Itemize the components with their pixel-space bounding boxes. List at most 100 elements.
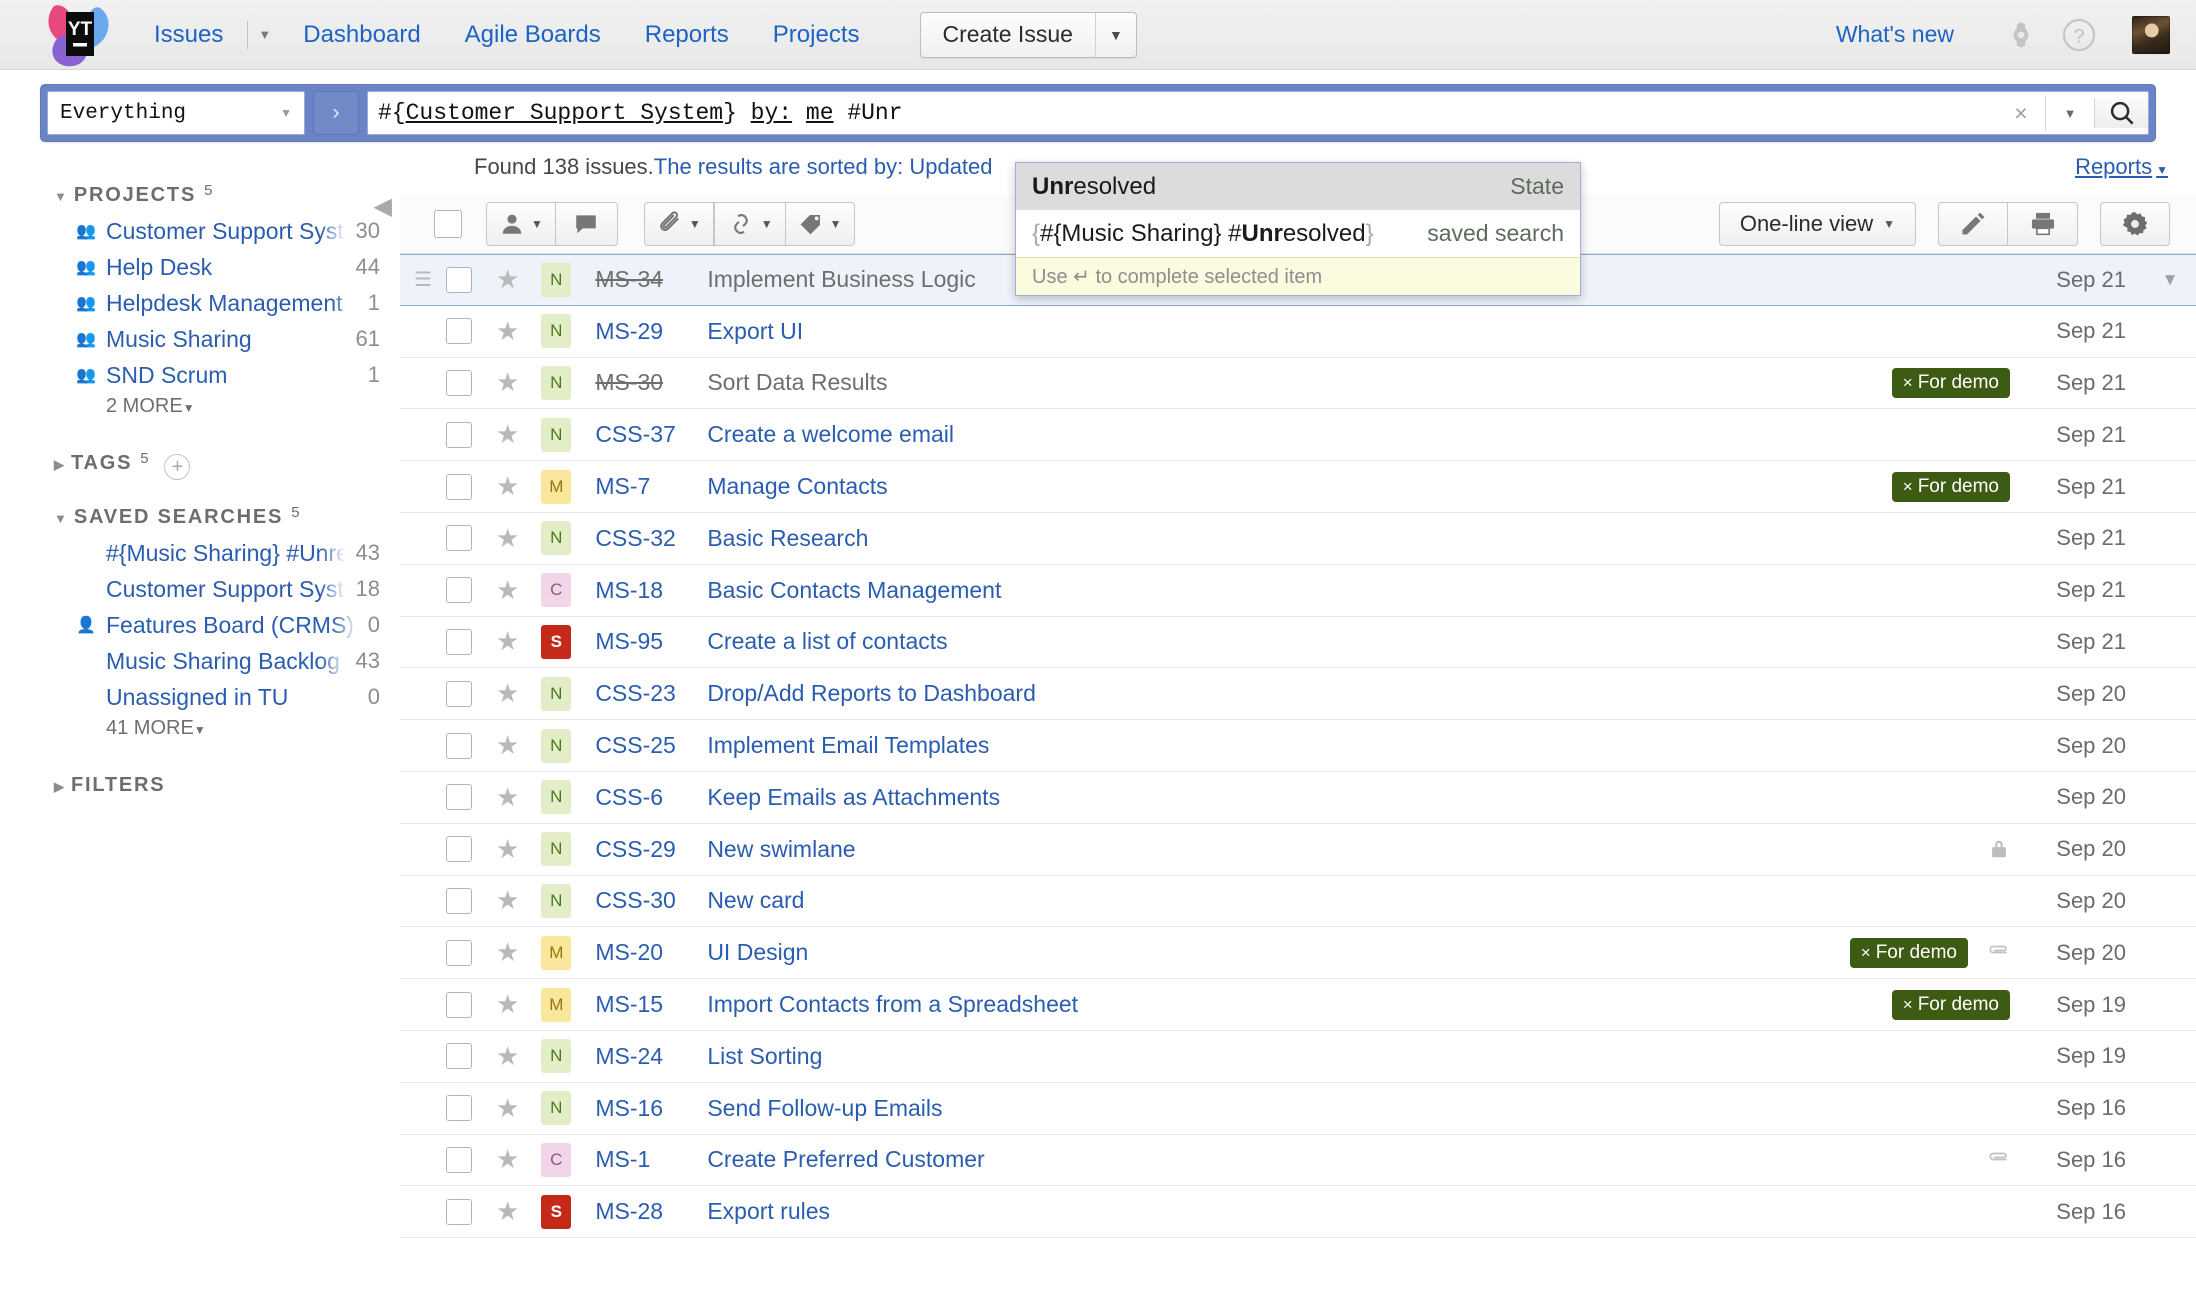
issue-id[interactable]: CSS-32 xyxy=(595,525,707,552)
status-badge[interactable]: ×For demo xyxy=(1892,368,2010,398)
issue-id[interactable]: MS-16 xyxy=(595,1095,707,1122)
comment-button[interactable] xyxy=(556,202,618,246)
row-checkbox[interactable] xyxy=(446,422,472,448)
nav-item-dashboard[interactable]: Dashboard xyxy=(281,21,442,49)
row-checkbox[interactable] xyxy=(446,525,472,551)
table-row[interactable]: ☰ ★ C MS-18 Basic Contacts Management Se… xyxy=(400,565,2196,617)
print-button[interactable] xyxy=(2008,202,2078,246)
issue-id[interactable]: CSS-37 xyxy=(595,421,707,448)
star-icon[interactable]: ★ xyxy=(496,1093,519,1124)
row-checkbox[interactable] xyxy=(446,1199,472,1225)
table-row[interactable]: ☰ ★ N MS-24 List Sorting Sep 19 ▼ xyxy=(400,1031,2196,1083)
sidebar-item-customer-support-system-search[interactable]: Customer Support System 18 xyxy=(0,571,400,607)
row-checkbox[interactable] xyxy=(446,940,472,966)
autocomplete-item-saved-search[interactable]: {#{Music Sharing} #Unresolved} saved sea… xyxy=(1016,210,1580,257)
row-checkbox[interactable] xyxy=(446,577,472,603)
table-row[interactable]: ☰ ★ N CSS-6 Keep Emails as Attachments S… xyxy=(400,772,2196,824)
sidebar-item-music-sharing[interactable]: 👥 Music Sharing 61 xyxy=(0,321,400,357)
star-icon[interactable]: ★ xyxy=(496,575,519,606)
chevron-down-icon[interactable]: ▼ xyxy=(2144,270,2196,290)
row-checkbox[interactable] xyxy=(446,370,472,396)
row-checkbox[interactable] xyxy=(446,1043,472,1069)
issue-id[interactable]: MS-24 xyxy=(595,1043,707,1070)
assignee-button[interactable]: ▼ xyxy=(486,202,556,246)
projects-show-more[interactable]: 2 MORE▼ xyxy=(0,395,400,418)
star-icon[interactable]: ★ xyxy=(496,782,519,813)
row-checkbox[interactable] xyxy=(446,1095,472,1121)
issue-id[interactable]: MS-28 xyxy=(595,1198,707,1225)
issue-id[interactable]: MS-29 xyxy=(595,318,707,345)
star-icon[interactable]: ★ xyxy=(496,1196,519,1227)
add-tag-icon[interactable]: + xyxy=(164,454,190,480)
table-row[interactable]: ☰ ★ N CSS-23 Drop/Add Reports to Dashboa… xyxy=(400,668,2196,720)
issues-dropdown-caret[interactable]: ▼ xyxy=(250,27,281,42)
nav-item-reports[interactable]: Reports xyxy=(623,21,751,49)
row-checkbox[interactable] xyxy=(446,784,472,810)
issue-id[interactable]: CSS-25 xyxy=(595,732,707,759)
table-row[interactable]: ☰ ★ N MS-29 Export UI Sep 21 ▼ xyxy=(400,306,2196,358)
issue-id[interactable]: CSS-29 xyxy=(595,836,707,863)
row-checkbox[interactable] xyxy=(446,318,472,344)
issue-summary[interactable]: Export rules xyxy=(707,1198,830,1225)
search-input[interactable]: #{Customer Support System} by: me #Unr xyxy=(368,100,1997,126)
issue-summary[interactable]: UI Design xyxy=(707,939,808,966)
star-icon[interactable]: ★ xyxy=(496,471,519,502)
issue-id[interactable]: MS-20 xyxy=(595,939,707,966)
issue-summary[interactable]: Basic Contacts Management xyxy=(707,577,1001,604)
issue-summary[interactable]: Export UI xyxy=(707,318,803,345)
issue-id[interactable]: MS-95 xyxy=(595,628,707,655)
nav-item-agile-boards[interactable]: Agile Boards xyxy=(443,21,623,49)
table-row[interactable]: ☰ ★ N CSS-30 New card Sep 20 ▼ xyxy=(400,876,2196,928)
create-issue-dropdown-caret[interactable]: ▼ xyxy=(1096,27,1136,43)
table-row[interactable]: ☰ ★ S MS-28 Export rules Sep 16 ▼ xyxy=(400,1186,2196,1238)
status-badge[interactable]: ×For demo xyxy=(1850,938,1968,968)
table-row[interactable]: ☰ ★ N MS-30 Sort Data Results ×For demo … xyxy=(400,358,2196,410)
drag-handle-icon[interactable]: ☰ xyxy=(414,270,436,290)
row-checkbox[interactable] xyxy=(446,992,472,1018)
table-row[interactable]: ☰ ★ N CSS-29 New swimlane Sep 20 ▼ xyxy=(400,824,2196,876)
star-icon[interactable]: ★ xyxy=(496,626,519,657)
status-badge[interactable]: ×For demo xyxy=(1892,472,2010,502)
issue-id[interactable]: MS-18 xyxy=(595,577,707,604)
issue-id[interactable]: CSS-30 xyxy=(595,887,707,914)
sidebar-item-help-desk[interactable]: 👥 Help Desk 44 xyxy=(0,249,400,285)
settings-button[interactable] xyxy=(2100,202,2170,246)
avatar[interactable] xyxy=(2132,16,2170,54)
edit-button[interactable] xyxy=(1938,202,2008,246)
sidebar-item-music-sharing-backlog[interactable]: Music Sharing Backlog 43 xyxy=(0,643,400,679)
issue-summary[interactable]: New swimlane xyxy=(707,836,855,863)
link-button[interactable]: ▼ xyxy=(714,202,786,246)
issue-summary[interactable]: Implement Email Templates xyxy=(707,732,989,759)
issue-summary[interactable]: Import Contacts from a Spreadsheet xyxy=(707,991,1078,1018)
table-row[interactable]: ☰ ★ N CSS-37 Create a welcome email Sep … xyxy=(400,409,2196,461)
row-checkbox[interactable] xyxy=(446,888,472,914)
issue-summary[interactable]: Manage Contacts xyxy=(707,473,887,500)
whats-new-link[interactable]: What's new xyxy=(1836,21,1954,48)
table-row[interactable]: ☰ ★ M MS-15 Import Contacts from a Sprea… xyxy=(400,979,2196,1031)
issue-summary[interactable]: Keep Emails as Attachments xyxy=(707,784,1000,811)
table-row[interactable]: ☰ ★ N CSS-32 Basic Research Sep 21 ▼ xyxy=(400,513,2196,565)
autocomplete-item-unresolved[interactable]: Unresolved State xyxy=(1016,163,1580,210)
issue-summary[interactable]: Create a welcome email xyxy=(707,421,954,448)
youtrack-logo[interactable]: YT xyxy=(42,0,122,70)
table-row[interactable]: ☰ ★ C MS-1 Create Preferred Customer Sep… xyxy=(400,1135,2196,1187)
star-icon[interactable]: ★ xyxy=(496,316,519,347)
issue-id[interactable]: MS-1 xyxy=(595,1146,707,1173)
filters-section-header[interactable]: ▶ FILTERS xyxy=(0,774,400,797)
issue-id[interactable]: MS-30 xyxy=(595,369,707,396)
search-go-button[interactable]: › xyxy=(313,91,359,135)
star-icon[interactable]: ★ xyxy=(496,834,519,865)
row-checkbox[interactable] xyxy=(446,629,472,655)
create-issue-button[interactable]: Create Issue ▼ xyxy=(920,12,1137,58)
clear-search-icon[interactable]: × xyxy=(1997,100,2045,127)
table-row[interactable]: ☰ ★ M MS-7 Manage Contacts ×For demo Sep… xyxy=(400,461,2196,513)
sidebar-item-music-sharing-unresolved[interactable]: #{Music Sharing} #Unresolved 43 xyxy=(0,535,400,571)
issue-summary[interactable]: Implement Business Logic xyxy=(707,266,975,293)
issue-summary[interactable]: Send Follow-up Emails xyxy=(707,1095,942,1122)
issue-id[interactable]: MS-7 xyxy=(595,473,707,500)
row-checkbox[interactable] xyxy=(446,474,472,500)
star-icon[interactable]: ★ xyxy=(496,419,519,450)
star-icon[interactable]: ★ xyxy=(496,523,519,554)
row-checkbox[interactable] xyxy=(446,681,472,707)
row-checkbox[interactable] xyxy=(446,267,472,293)
